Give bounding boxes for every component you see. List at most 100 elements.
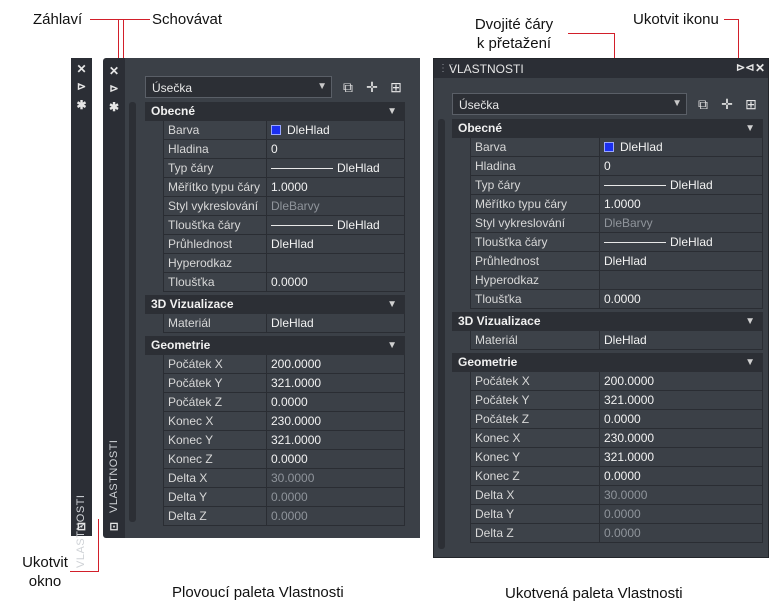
vertical-scrollbar[interactable] (129, 102, 136, 522)
property-row[interactable]: Konec Y 321.0000 (145, 431, 405, 450)
property-value[interactable]: 0 (267, 140, 405, 159)
property-row[interactable]: Počátek Z 0.0000 (452, 410, 763, 429)
property-row[interactable]: Konec Z 0.0000 (452, 467, 763, 486)
property-row[interactable]: Hladina 0 (145, 140, 405, 159)
property-value[interactable]: 230.0000 (267, 412, 405, 431)
property-value[interactable]: 0.0000 (267, 507, 405, 526)
property-row[interactable]: Tloušťka 0.0000 (452, 290, 763, 309)
property-value[interactable]: 0 (600, 157, 763, 176)
property-value[interactable]: 0.0000 (600, 467, 763, 486)
property-row[interactable]: Delta Z 0.0000 (145, 507, 405, 526)
pick-point-icon[interactable]: ✛ (363, 78, 381, 96)
property-value[interactable]: 0.0000 (600, 505, 763, 524)
property-value[interactable]: 0.0000 (267, 273, 405, 292)
property-row[interactable]: Konec X 230.0000 (145, 412, 405, 431)
section-header[interactable]: Geometrie ▼ (145, 336, 405, 355)
property-row[interactable]: Materiál DleHlad (452, 331, 763, 350)
property-value[interactable]: 321.0000 (267, 374, 405, 393)
property-row[interactable]: Hladina 0 (452, 157, 763, 176)
property-row[interactable]: Barva DleHlad (452, 138, 763, 157)
property-row[interactable]: Konec Y 321.0000 (452, 448, 763, 467)
property-row[interactable]: Tloušťka čáry DleHlad (145, 216, 405, 235)
property-value[interactable]: DleHlad (267, 216, 405, 235)
property-value[interactable] (267, 254, 405, 273)
property-value[interactable]: DleHlad (267, 314, 405, 333)
collapse-chevron-icon[interactable]: ▼ (387, 102, 397, 121)
property-row[interactable]: Delta Z 0.0000 (452, 524, 763, 543)
property-value[interactable]: 30.0000 (267, 469, 405, 488)
property-row[interactable]: Styl vykreslování DleBarvy (145, 197, 405, 216)
property-value[interactable]: DleHlad (267, 159, 405, 178)
property-value[interactable]: DleHlad (600, 176, 763, 195)
property-value[interactable]: 0.0000 (267, 450, 405, 469)
property-value[interactable]: 321.0000 (267, 431, 405, 450)
collapsed-palette-strip[interactable]: ✕ ⊳ ✱ VLASTNOSTI ⊡ (71, 58, 92, 568)
property-row[interactable]: Počátek Z 0.0000 (145, 393, 405, 412)
property-row[interactable]: Měřítko typu čáry 1.0000 (452, 195, 763, 214)
property-value[interactable]: 0.0000 (600, 524, 763, 543)
property-row[interactable]: Konec Z 0.0000 (145, 450, 405, 469)
property-row[interactable]: Styl vykreslování DleBarvy (452, 214, 763, 233)
dock-icon[interactable]: ⊳⊲ (736, 61, 754, 74)
palette-side-bar[interactable]: ✕ ⊳ ✱ VLASTNOSTI ⊡ (103, 58, 125, 538)
property-value[interactable]: DleBarvy (600, 214, 763, 233)
property-value[interactable]: 200.0000 (267, 355, 405, 374)
object-type-select[interactable]: Úsečka ▼ (145, 76, 332, 98)
property-value[interactable]: 0.0000 (267, 393, 405, 412)
property-row[interactable]: Materiál DleHlad (145, 314, 405, 333)
property-value[interactable]: 230.0000 (600, 429, 763, 448)
select-objects-icon[interactable]: ⧉ (339, 78, 357, 96)
property-row[interactable]: Průhlednost DleHlad (452, 252, 763, 271)
gear-icon[interactable]: ✱ (107, 100, 121, 114)
property-value[interactable]: 321.0000 (600, 391, 763, 410)
property-value[interactable]: 0.0000 (600, 410, 763, 429)
property-row[interactable]: Počátek X 200.0000 (145, 355, 405, 374)
section-header[interactable]: Geometrie ▼ (452, 353, 763, 372)
property-row[interactable]: Delta X 30.0000 (145, 469, 405, 488)
property-value[interactable]: DleHlad (600, 233, 763, 252)
close-icon[interactable]: ✕ (107, 64, 121, 78)
property-value[interactable]: DleBarvy (267, 197, 405, 216)
property-value[interactable]: 1.0000 (267, 178, 405, 197)
section-header[interactable]: Obecné ▼ (145, 102, 405, 121)
close-icon[interactable]: ✕ (755, 61, 765, 75)
property-row[interactable]: Tloušťka 0.0000 (145, 273, 405, 292)
property-value[interactable]: DleHlad (600, 138, 763, 157)
property-row[interactable]: Počátek Y 321.0000 (452, 391, 763, 410)
auto-hide-icon[interactable]: ⊳ (107, 82, 121, 96)
dock-window-icon[interactable]: ⊡ (71, 520, 92, 534)
close-icon[interactable]: ✕ (71, 62, 92, 76)
auto-hide-icon[interactable]: ⊳ (71, 80, 92, 94)
quick-select-icon[interactable]: ⊞ (742, 95, 760, 113)
property-row[interactable]: Hyperodkaz (452, 271, 763, 290)
property-value[interactable] (600, 271, 763, 290)
property-value[interactable]: DleHlad (267, 235, 405, 254)
section-header[interactable]: 3D Vizualizace ▼ (452, 312, 763, 331)
property-row[interactable]: Tloušťka čáry DleHlad (452, 233, 763, 252)
property-value[interactable]: 0.0000 (600, 290, 763, 309)
property-row[interactable]: Delta Y 0.0000 (452, 505, 763, 524)
property-value[interactable]: 1.0000 (600, 195, 763, 214)
property-row[interactable]: Počátek X 200.0000 (452, 372, 763, 391)
property-value[interactable]: DleHlad (600, 252, 763, 271)
collapse-chevron-icon[interactable]: ▼ (745, 119, 755, 138)
property-row[interactable]: Hyperodkaz (145, 254, 405, 273)
quick-select-icon[interactable]: ⊞ (387, 78, 405, 96)
collapse-chevron-icon[interactable]: ▼ (387, 336, 397, 355)
property-value[interactable]: DleHlad (600, 331, 763, 350)
vertical-scrollbar[interactable] (438, 119, 445, 549)
palette-title-bar[interactable]: ⋮⋮ VLASTNOSTI ⊳⊲ ✕ (434, 59, 768, 78)
pick-point-icon[interactable]: ✛ (718, 95, 736, 113)
property-row[interactable]: Počátek Y 321.0000 (145, 374, 405, 393)
property-row[interactable]: Typ čáry DleHlad (145, 159, 405, 178)
property-row[interactable]: Průhlednost DleHlad (145, 235, 405, 254)
property-value[interactable]: 200.0000 (600, 372, 763, 391)
property-row[interactable]: Typ čáry DleHlad (452, 176, 763, 195)
collapse-chevron-icon[interactable]: ▼ (745, 353, 755, 372)
collapse-chevron-icon[interactable]: ▼ (745, 312, 755, 331)
property-value[interactable]: 0.0000 (267, 488, 405, 507)
property-value[interactable]: 30.0000 (600, 486, 763, 505)
collapse-chevron-icon[interactable]: ▼ (387, 295, 397, 314)
property-row[interactable]: Delta X 30.0000 (452, 486, 763, 505)
property-row[interactable]: Barva DleHlad (145, 121, 405, 140)
